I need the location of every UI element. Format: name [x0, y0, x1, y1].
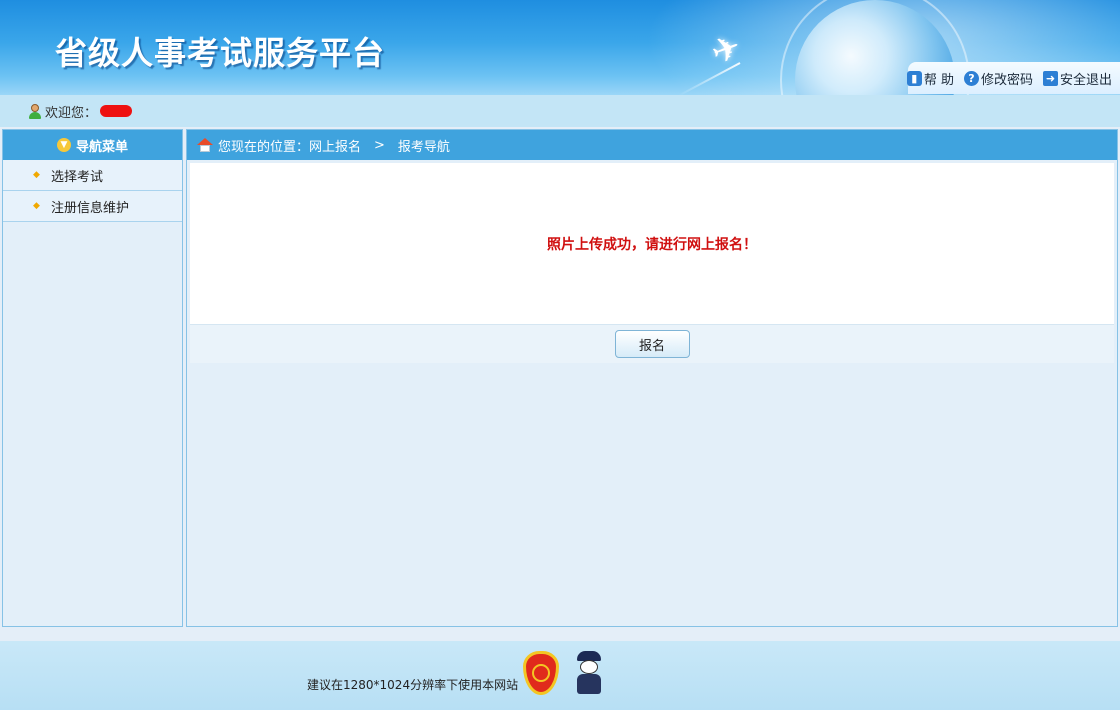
register-button[interactable]: 报名 — [614, 330, 690, 358]
question-icon: ? — [963, 70, 979, 86]
resolution-note: 建议在1280*1024分辨率下使用本网站 — [307, 678, 519, 692]
sidebar-header: ▼ 导航菜单 — [3, 130, 182, 160]
logout-icon: ➜ — [1042, 70, 1058, 86]
sidebar-item-label: 注册信息维护 — [51, 200, 130, 216]
logout-label: 安全退出 — [1059, 72, 1112, 88]
breadcrumb-current: 报考导航 — [397, 139, 450, 155]
top-toolbar: ▮ 帮 助 ? 修改密码 ➜ 安全退出 — [906, 62, 1120, 94]
sidebar-item-label: 选择考试 — [51, 169, 104, 185]
change-password-link[interactable]: ? 修改密码 — [963, 69, 1033, 88]
button-row: 报名 — [190, 325, 1114, 363]
main-panel: 您现在的位置：网上报名 > 报考导航 照片上传成功，请进行网上报名！ 报名 — [186, 129, 1118, 627]
message-box: 照片上传成功，请进行网上报名！ — [190, 163, 1114, 325]
site-footer: 建议在1280*1024分辨率下使用本网站 — [0, 641, 1120, 710]
success-message: 照片上传成功，请进行网上报名！ — [547, 236, 757, 253]
redacted-username — [100, 105, 133, 117]
police-emblem-icon — [523, 651, 559, 695]
bullet-icon: ◆ — [33, 201, 40, 211]
sidebar-nav: ▼ 导航菜单 ◆ 选择考试 ◆ 注册信息维护 — [2, 129, 183, 627]
sidebar-item-select-exam[interactable]: ◆ 选择考试 — [3, 160, 182, 191]
user-icon — [28, 103, 42, 119]
change-password-label: 修改密码 — [980, 72, 1033, 88]
breadcrumb-separator: > — [374, 137, 385, 153]
breadcrumb-prefix: 您现在的位置：网上报名 — [218, 139, 362, 155]
help-link[interactable]: ▮ 帮 助 — [906, 69, 954, 88]
sidebar-title: 导航菜单 — [75, 139, 128, 155]
breadcrumb: 您现在的位置：网上报名 > 报考导航 — [187, 130, 1117, 160]
cyber-police-icon[interactable] — [571, 651, 607, 695]
logout-link[interactable]: ➜ 安全退出 — [1042, 69, 1112, 88]
welcome-label: 欢迎您： — [45, 105, 98, 121]
help-lock-icon: ▮ — [906, 70, 922, 86]
sidebar-item-registration-info[interactable]: ◆ 注册信息维护 — [3, 191, 182, 222]
site-header: ✈ 省级人事考试服务平台 ▮ 帮 助 ? 修改密码 ➜ 安全退出 — [0, 0, 1120, 95]
welcome-bar: 欢迎您： — [0, 95, 1120, 127]
help-label: 帮 助 — [923, 72, 954, 88]
chevron-down-icon: ▼ — [56, 138, 71, 152]
home-icon — [197, 138, 213, 152]
site-title: 省级人事考试服务平台 — [55, 34, 386, 72]
bullet-icon: ◆ — [33, 170, 40, 180]
